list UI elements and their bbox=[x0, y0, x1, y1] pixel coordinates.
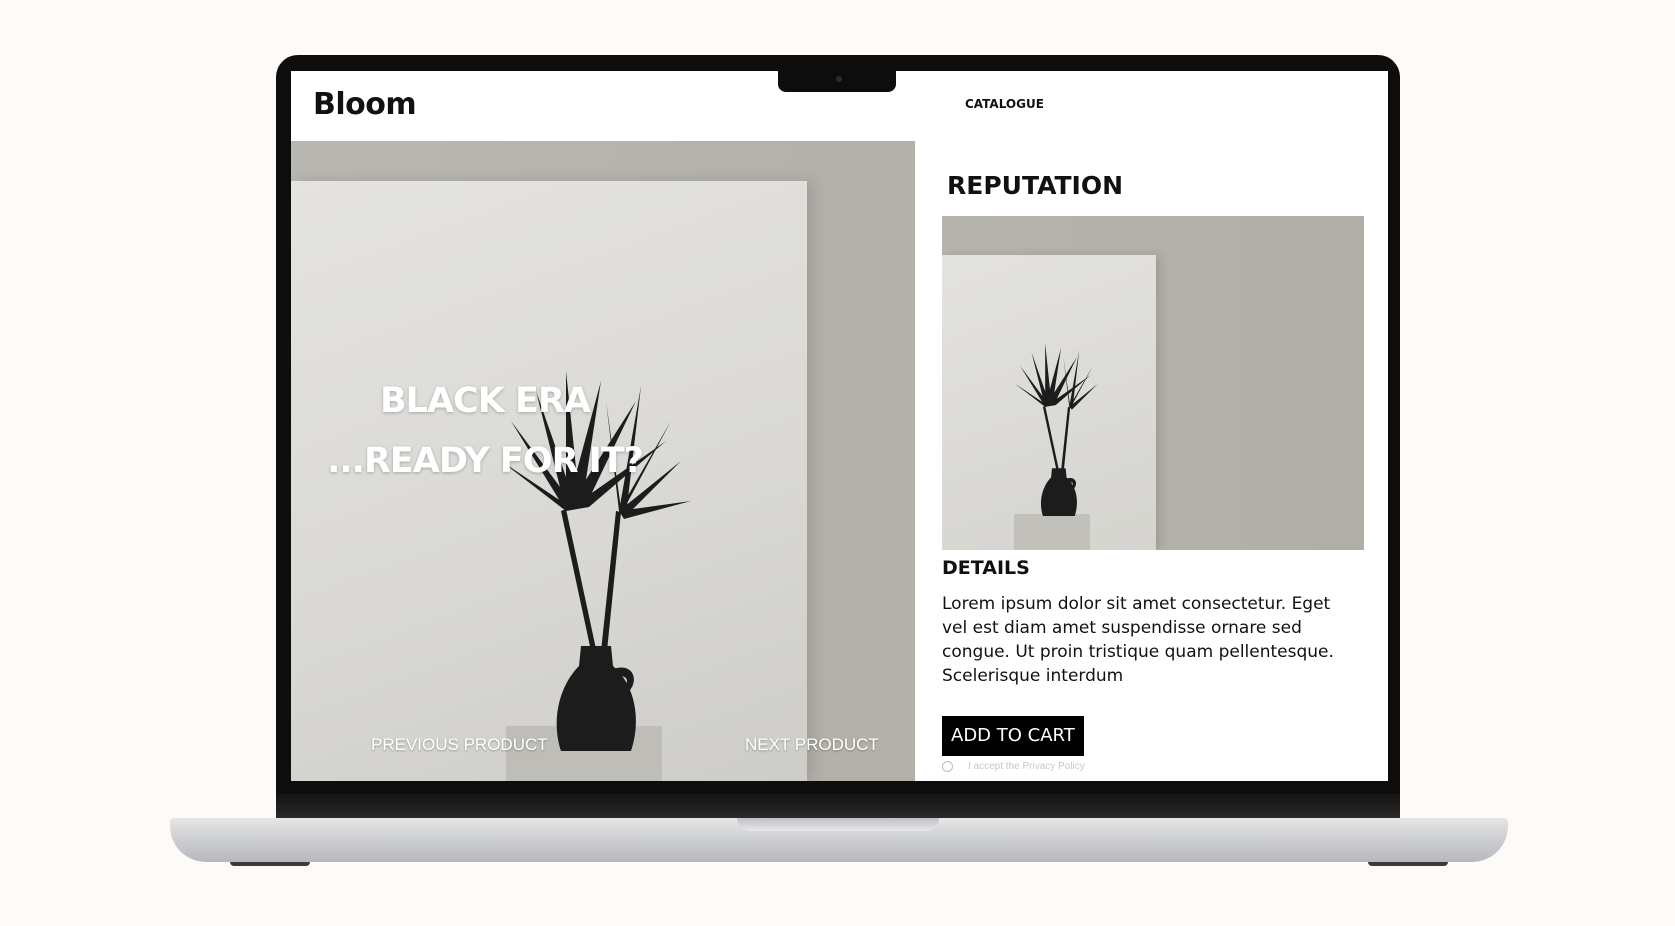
add-to-cart-button[interactable]: ADD TO CART bbox=[942, 716, 1084, 756]
product-panel: REPUTATION DETAILS Lorem ipsum dolor sit… bbox=[915, 141, 1388, 781]
radio-circle-icon[interactable] bbox=[942, 761, 953, 772]
product-pedestal bbox=[1014, 514, 1090, 550]
details-description: Lorem ipsum dolor sit amet consectetur. … bbox=[942, 594, 1334, 686]
details-heading: DETAILS bbox=[942, 557, 1030, 579]
hero-title-line1: BLACK ERA bbox=[379, 381, 591, 421]
laptop-base-lip bbox=[737, 818, 939, 831]
privacy-consent[interactable]: I accept the Privacy Policy bbox=[942, 761, 1085, 777]
product-vase-image bbox=[1015, 343, 1098, 516]
laptop-bezel-bottom bbox=[276, 794, 1400, 818]
nav-catalogue-link[interactable]: CATALOGUE bbox=[965, 97, 1044, 111]
laptop-foot-right bbox=[1368, 862, 1448, 866]
laptop-mockup: Bloom CATALOGUE BLACK ERA ...READY FOR I… bbox=[0, 0, 1675, 926]
product-section-title: REPUTATION bbox=[947, 171, 1124, 200]
next-product-link[interactable]: NEXT PRODUCT bbox=[745, 735, 879, 755]
laptop-foot-left bbox=[230, 862, 310, 866]
website-screen: Bloom CATALOGUE BLACK ERA ...READY FOR I… bbox=[291, 71, 1388, 781]
hero-banner: BLACK ERA ...READY FOR IT? PREVIOUS PROD… bbox=[291, 141, 915, 781]
privacy-label: I accept the Privacy Policy bbox=[968, 761, 1085, 772]
product-image bbox=[942, 216, 1364, 550]
hero-title: BLACK ERA ...READY FOR IT? bbox=[291, 371, 679, 491]
previous-product-link[interactable]: PREVIOUS PRODUCT bbox=[371, 735, 548, 755]
hero-title-line2: ...READY FOR IT? bbox=[327, 441, 644, 481]
camera-icon bbox=[836, 76, 842, 82]
site-logo[interactable]: Bloom bbox=[313, 87, 417, 122]
